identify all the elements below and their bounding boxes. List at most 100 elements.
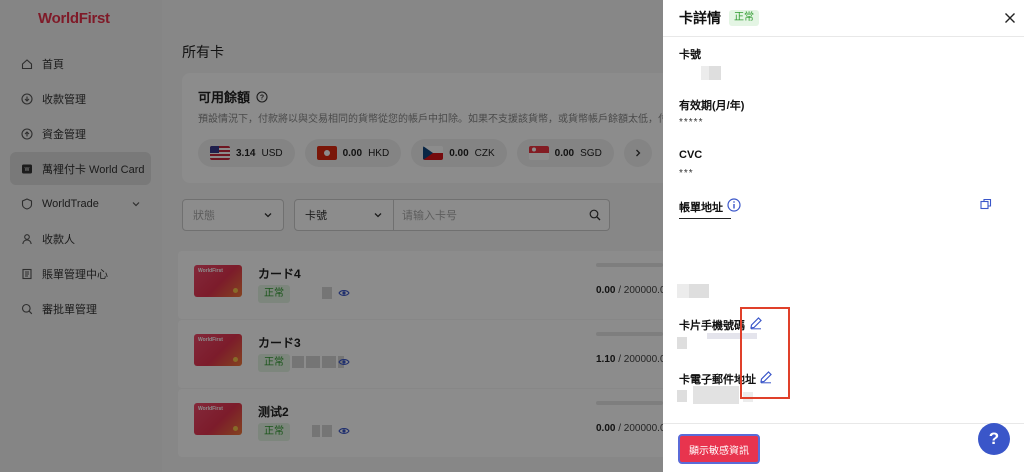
card-status-badge: 正常 — [729, 10, 759, 26]
expiry-label: 有效期(月/年) — [679, 100, 745, 112]
sidebar-item-label: 首頁 — [42, 58, 64, 71]
balance-title: 可用餘額 ? — [198, 87, 268, 106]
currency-amount: 0.00 — [449, 147, 469, 159]
card-list-item[interactable]: WorldFirst 测试2 正常 0.00 / 200000.00 — [178, 389, 663, 457]
drawer-footer: 顯示敏感資訊 — [663, 423, 1024, 472]
limit-usage-text: 1.10 / 200000.00 — [596, 354, 663, 365]
balance-description: 預設情況下，付款將以與交易相同的貨幣從您的帳戶中扣除。如果不支援該貨幣，或貨幣帳… — [198, 114, 663, 125]
main-content: 所有卡 可用餘額 ? 預設情況下，付款將以與交易相同的貨幣從您的帳戶中扣除。如果… — [162, 0, 663, 472]
sidebar-nav: 首頁 收款管理 資金管理 W 萬裡付卡 World Card WorldTrad… — [10, 47, 151, 327]
sidebar-item-label: 萬裡付卡 World Card — [42, 163, 145, 176]
search-field-select[interactable]: 卡號 — [294, 199, 394, 231]
redacted-block — [677, 284, 689, 298]
funds-icon — [20, 127, 33, 140]
cz-flag-icon — [423, 146, 444, 160]
card-thumbnail: WorldFirst — [194, 334, 242, 366]
currency-chip-czk[interactable]: 0.00 CZK — [411, 139, 507, 167]
sg-flag-icon — [528, 146, 549, 160]
redacted-block — [677, 337, 687, 349]
balance-title-text: 可用餘額 — [198, 90, 251, 105]
redacted-block — [677, 390, 687, 402]
limit-usage-text: 0.00 / 200000.00 — [596, 423, 663, 434]
redacted-block — [709, 66, 721, 80]
status-select[interactable]: 狀態 — [182, 199, 284, 231]
card-chip-dot — [233, 426, 238, 431]
limit-usage-bar — [596, 263, 663, 267]
card-chip-dot — [233, 288, 238, 293]
copy-icon[interactable] — [980, 198, 992, 210]
eye-icon[interactable] — [338, 287, 350, 299]
worldfirst-logo[interactable]: WorldFirst — [38, 10, 110, 27]
search-placeholder: 请输入卡号 — [402, 210, 457, 222]
currency-code: USD — [261, 147, 283, 159]
card-list-item[interactable]: WorldFirst カード4 正常 0.00 / 200000.00 — [178, 251, 663, 319]
currency-code: CZK — [474, 147, 495, 159]
card-brand-text: WorldFirst — [198, 337, 223, 343]
masked-card-number — [292, 354, 344, 370]
cvc-label: CVC — [679, 149, 703, 161]
currency-chip-sgd[interactable]: 0.00 SGD — [516, 139, 614, 167]
currency-chip-usd[interactable]: 3.14 USD — [198, 139, 295, 167]
sidebar-item-label: 收款管理 — [42, 93, 86, 106]
sidebar-item-label: 賬單管理中心 — [42, 268, 108, 281]
next-currencies-button[interactable] — [623, 139, 652, 167]
currency-chip-hkd[interactable]: 0.00 HKD — [304, 139, 402, 167]
sidebar-item-approvals[interactable]: 審批單管理 — [10, 292, 151, 325]
sidebar-item-label: 收款人 — [42, 233, 75, 246]
card-brand-text: WorldFirst — [198, 406, 223, 412]
sidebar-item-payee[interactable]: 收款人 — [10, 222, 151, 255]
sidebar-item-label: 資金管理 — [42, 128, 86, 141]
card-phone-label: 卡片手機號碼 — [679, 320, 745, 332]
card-name: カード3 — [258, 336, 301, 350]
limit-amount: / 200000.00 — [618, 285, 663, 296]
status-select-placeholder: 狀態 — [193, 210, 215, 222]
card-list-item[interactable]: WorldFirst カード3 正常 1.10 / 200000.00 — [178, 320, 663, 388]
sidebar-item-bills[interactable]: 賬單管理中心 — [10, 257, 151, 290]
currency-amount: 0.00 — [342, 147, 363, 159]
sidebar-item-home[interactable]: 首頁 — [10, 47, 151, 80]
redacted-block — [693, 386, 739, 404]
sidebar-item-world-card[interactable]: W 萬裡付卡 World Card — [10, 152, 151, 185]
search-icon[interactable] — [589, 209, 601, 221]
available-balance-panel: 可用餘額 ? 預設情況下，付款將以與交易相同的貨幣從您的帳戶中扣除。如果不支援該… — [182, 73, 663, 183]
sidebar-item-receive[interactable]: 收款管理 — [10, 82, 151, 115]
sidebar-item-worldtrade[interactable]: WorldTrade — [10, 187, 151, 220]
currency-code: HKD — [368, 147, 390, 159]
limit-amount: / 200000.00 — [618, 354, 663, 365]
svg-text:W: W — [24, 167, 29, 173]
card-number-label: 卡號 — [679, 49, 701, 61]
billing-label-underline — [679, 218, 731, 219]
help-button[interactable]: ? — [978, 423, 1010, 455]
card-chip-dot — [233, 357, 238, 362]
chevron-right-icon — [635, 149, 641, 157]
sidebar-item-funds[interactable]: 資金管理 — [10, 117, 151, 150]
filter-bar: 狀態 卡號 请输入卡号 — [182, 199, 610, 231]
help-circle-icon[interactable]: ? — [256, 90, 268, 103]
used-amount: 0.00 — [596, 285, 616, 296]
annotation-highlight-box — [740, 307, 790, 399]
show-sensitive-info-button[interactable]: 顯示敏感資訊 — [678, 434, 760, 464]
page-title: 所有卡 — [182, 44, 224, 60]
masked-card-number — [312, 423, 332, 439]
us-flag-icon — [210, 146, 230, 160]
eye-icon[interactable] — [338, 356, 350, 368]
limit-usage-bar — [596, 332, 663, 336]
trade-icon — [20, 197, 33, 210]
sidebar: WorldFirst 首頁 收款管理 資金管理 W 萬裡付卡 World Car… — [0, 0, 162, 472]
eye-icon[interactable] — [338, 425, 350, 437]
card-number-search-input[interactable]: 请输入卡号 — [394, 199, 610, 231]
billing-address-label: 帳單地址 — [679, 202, 723, 214]
bill-icon — [20, 267, 33, 280]
card-brand-text: WorldFirst — [198, 268, 223, 274]
card-status-badge: 正常 — [258, 354, 290, 372]
svg-text:?: ? — [260, 94, 264, 101]
info-icon[interactable] — [727, 198, 741, 212]
card-thumbnail: WorldFirst — [194, 265, 242, 297]
hk-flag-icon — [316, 146, 337, 160]
card-name: 测试2 — [258, 405, 289, 419]
card-name: カード4 — [258, 267, 301, 281]
approval-icon — [20, 302, 33, 315]
close-icon[interactable] — [1004, 12, 1016, 24]
search-field-value: 卡號 — [305, 210, 327, 222]
payee-icon — [20, 232, 33, 245]
